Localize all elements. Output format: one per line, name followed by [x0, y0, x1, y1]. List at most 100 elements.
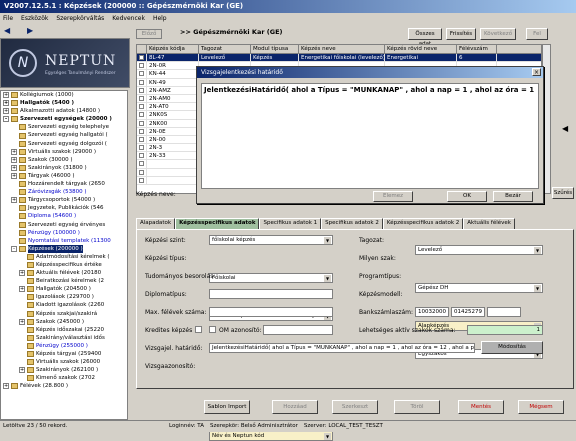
- expand-icon[interactable]: +: [11, 164, 17, 171]
- row-checkbox[interactable]: [137, 86, 147, 94]
- expand-icon[interactable]: +: [11, 172, 17, 179]
- tree-item[interactable]: Szervezeti egység hallgatói (: [1, 131, 127, 139]
- tree-item[interactable]: - Szervezeti egységek (20000 ): [1, 115, 127, 123]
- row-checkbox[interactable]: [137, 111, 147, 119]
- refresh-button[interactable]: Frissítés: [446, 28, 476, 40]
- tree-item[interactable]: + Alkalmazotti adatok (14800 ): [1, 107, 127, 115]
- tree-item[interactable]: Záróvizsgák (53800 ): [1, 188, 127, 196]
- table-row[interactable]: 8L-47 Levelező Képzés Energetikai főiskolai…: [137, 54, 541, 63]
- tree-item[interactable]: Pénzügy (255000 ): [1, 342, 127, 350]
- tree-item[interactable]: Nyomtatási templatek (11300: [1, 237, 127, 245]
- tree-item[interactable]: Pénzügy (100000 ): [1, 229, 127, 237]
- back-arrow-icon[interactable]: ◀: [4, 26, 24, 36]
- modify-button[interactable]: Módosítás: [481, 341, 543, 354]
- next-button[interactable]: Következő: [480, 28, 516, 40]
- row-checkbox[interactable]: [137, 176, 147, 184]
- row-checkbox[interactable]: [137, 54, 147, 62]
- delete-button[interactable]: Töröl: [394, 400, 440, 414]
- row-checkbox[interactable]: [137, 94, 147, 103]
- tree-item[interactable]: + Félévek (28.800 ): [1, 382, 127, 390]
- tree-item[interactable]: Diploma (54600 ): [1, 212, 127, 220]
- tab[interactable]: Alapadatok: [136, 218, 176, 229]
- expand-icon[interactable]: +: [3, 100, 9, 107]
- om-input[interactable]: [263, 325, 333, 335]
- tree-item[interactable]: + Szakok (245000 ): [1, 318, 127, 326]
- dialog-text-area[interactable]: JelentkezésiHatáridő( ahol a Típus = "MU…: [201, 83, 539, 189]
- edit-button[interactable]: Szerkeszt: [332, 400, 378, 414]
- expand-icon[interactable]: +: [3, 108, 9, 115]
- column-header[interactable]: Félévszám: [457, 45, 497, 53]
- tree-item[interactable]: Képzés tárgyai (259400: [1, 350, 127, 358]
- ok-button[interactable]: OK: [447, 191, 487, 202]
- tree-item[interactable]: Igazolások (229700 ): [1, 293, 127, 301]
- menu-item[interactable]: Eszközök: [21, 15, 48, 22]
- tree-item[interactable]: Kiadott igazolások (2260: [1, 301, 127, 309]
- column-header[interactable]: Modul típusa: [251, 45, 299, 53]
- expand-icon[interactable]: +: [11, 197, 17, 204]
- row-checkbox[interactable]: [137, 127, 147, 135]
- column-header[interactable]: Tagozat: [199, 45, 251, 53]
- tree-item[interactable]: Szervezeti egység dolgozói (: [1, 140, 127, 148]
- previous-button[interactable]: Előző: [136, 29, 162, 39]
- expand-icon[interactable]: +: [19, 286, 25, 293]
- tree-item[interactable]: Beiratkozási kérelmek (2: [1, 277, 127, 285]
- tree-item[interactable]: Kimenő szakok (2702: [1, 374, 127, 382]
- tree-item[interactable]: + Aktuális félévek (20180: [1, 269, 127, 277]
- bank-account-part1[interactable]: 10032000: [415, 307, 449, 317]
- row-checkbox[interactable]: [137, 119, 147, 127]
- parse-button[interactable]: Elemez: [373, 191, 413, 202]
- tree-item[interactable]: Hozzárendelt tárgyak (2650: [1, 180, 127, 188]
- collapse-arrow-icon[interactable]: ◀: [562, 124, 572, 144]
- training-level-select[interactable]: főiskolai képzés: [209, 235, 333, 245]
- menu-item[interactable]: Help: [153, 15, 167, 22]
- tree-item[interactable]: + Hallgatók (204500 ): [1, 285, 127, 293]
- expand-icon[interactable]: +: [11, 156, 17, 163]
- credit-training-checkbox[interactable]: [195, 326, 202, 333]
- tab[interactable]: Specifikus adatok 1: [259, 218, 322, 229]
- tree-item[interactable]: Szervezeti egység érvényes: [1, 221, 127, 229]
- active-majors-input[interactable]: 1: [467, 325, 543, 335]
- tree-item[interactable]: Szervezeti egység telephelye: [1, 123, 127, 131]
- tree-item[interactable]: + Kollégiumok (1000): [1, 91, 127, 99]
- expand-icon[interactable]: +: [19, 318, 25, 325]
- tab[interactable]: Aktuális félévek: [463, 218, 515, 229]
- row-checkbox[interactable]: [137, 103, 147, 111]
- row-checkbox[interactable]: [137, 144, 147, 152]
- row-checkbox[interactable]: [137, 70, 147, 78]
- up-button[interactable]: Fel: [526, 28, 548, 40]
- save-button[interactable]: Mentés: [458, 400, 504, 414]
- exam-id-select[interactable]: Név és Neptun kód: [209, 431, 333, 441]
- expand-icon[interactable]: +: [19, 367, 25, 374]
- tree-item[interactable]: Képzésspecifikus értéke: [1, 261, 127, 269]
- cancel-button[interactable]: Mégsem: [518, 400, 564, 414]
- tree-item[interactable]: Képzés időszakai (25220: [1, 326, 127, 334]
- add-button[interactable]: Hozzáad: [272, 400, 318, 414]
- tree-item[interactable]: + Szakirányok (31800 ): [1, 164, 127, 172]
- column-header[interactable]: Képzés neve: [299, 45, 385, 53]
- row-checkbox[interactable]: [137, 160, 147, 168]
- major-select[interactable]: Gépész DH: [415, 283, 543, 293]
- tree-item[interactable]: Adatmódosítási kérelmek (: [1, 253, 127, 261]
- tree-item[interactable]: + Hallgatók (5400 ): [1, 99, 127, 107]
- row-checkbox[interactable]: [137, 62, 147, 70]
- close-icon[interactable]: ×: [532, 68, 541, 76]
- tree-item[interactable]: + Szakirányok (262100 ): [1, 366, 127, 374]
- menu-item[interactable]: Szerepkörváltás: [56, 15, 104, 22]
- row-checkbox[interactable]: [137, 78, 147, 86]
- tree-item[interactable]: + Virtuális szakok (29000 ): [1, 148, 127, 156]
- training-type-select[interactable]: Főiskolai: [209, 273, 333, 283]
- menu-item[interactable]: Kedvencek: [112, 15, 145, 22]
- collapse-icon[interactable]: -: [3, 116, 9, 123]
- expand-icon[interactable]: +: [3, 92, 9, 99]
- max-semesters-input[interactable]: [209, 307, 333, 317]
- tree-item[interactable]: + Tárgyak (46000 ): [1, 172, 127, 180]
- forward-arrow-icon[interactable]: ▶: [27, 26, 47, 36]
- expand-icon[interactable]: +: [11, 148, 17, 155]
- dialog-close-button[interactable]: Bezár: [493, 191, 533, 202]
- all-data-button[interactable]: Összes adat: [408, 28, 442, 47]
- tab[interactable]: Képzésspecifikus adatok: [175, 218, 260, 229]
- tab[interactable]: Specifikus adatok 2: [321, 218, 383, 229]
- collapse-icon[interactable]: -: [11, 245, 17, 252]
- bank-account-part3[interactable]: [487, 307, 521, 317]
- menu-item[interactable]: File: [3, 15, 13, 22]
